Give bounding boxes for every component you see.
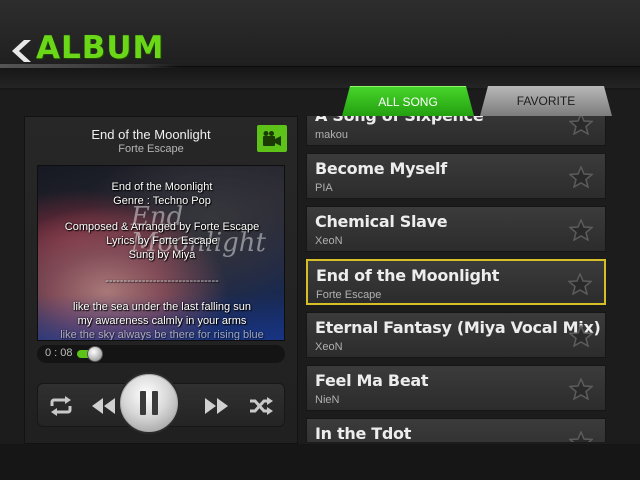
song-title: End of the Moonlight xyxy=(316,266,500,285)
previous-icon xyxy=(92,398,115,414)
header: ALBUM xyxy=(0,0,640,90)
now-playing-artist: Forte Escape xyxy=(118,143,184,155)
favorite-star-icon[interactable] xyxy=(569,325,593,347)
shuffle-button[interactable] xyxy=(248,396,274,416)
info-line: ------------------------------- xyxy=(105,275,219,287)
song-artist: Forte Escape xyxy=(316,289,382,301)
song-list-item[interactable]: Chemical Slave XeoN xyxy=(306,206,606,252)
song-list-item[interactable]: Feel Ma Beat NieN xyxy=(306,365,606,411)
tab-favorite[interactable]: FAVORITE xyxy=(480,86,612,116)
next-icon xyxy=(205,398,228,414)
pause-button[interactable] xyxy=(118,372,180,434)
info-line: End of the Moonlight xyxy=(111,181,213,193)
song-title: Eternal Fantasy (Miya Vocal Mix) xyxy=(315,318,601,337)
song-artist: NieN xyxy=(315,394,340,406)
song-title: Feel Ma Beat xyxy=(315,371,429,390)
info-line: like the sea under the last falling sun xyxy=(73,301,251,313)
song-title: In the Tdot xyxy=(315,424,412,442)
song-list-item[interactable]: Become Myself PIA xyxy=(306,153,606,199)
previous-button[interactable] xyxy=(90,396,116,416)
shuffle-icon xyxy=(250,397,273,415)
favorite-star-icon[interactable] xyxy=(569,166,593,188)
header-band xyxy=(0,66,640,88)
favorite-star-icon[interactable] xyxy=(569,378,593,400)
song-info-text: End of the Moonlight Genre : Techno Pop … xyxy=(38,180,284,341)
page-title: ALBUM xyxy=(36,30,165,66)
info-line: like the sky always be there for rising … xyxy=(60,329,264,341)
song-list-item[interactable]: Eternal Fantasy (Miya Vocal Mix) XeoN xyxy=(306,312,606,358)
favorite-star-icon[interactable] xyxy=(569,431,593,442)
back-button[interactable] xyxy=(4,36,36,66)
favorite-star-icon[interactable] xyxy=(569,116,593,135)
song-artist: makou xyxy=(315,129,349,141)
album-art: End Moonlight End of the Moonlight Genre … xyxy=(37,165,285,341)
repeat-button[interactable] xyxy=(48,396,74,416)
song-list-item[interactable]: End of the Moonlight Forte Escape xyxy=(306,259,606,305)
video-camera-icon xyxy=(263,130,281,146)
song-artist: PIA xyxy=(315,182,333,194)
seek-bar[interactable]: 0 : 08 xyxy=(37,345,285,363)
song-list-item[interactable]: In the Tdot xyxy=(306,418,606,442)
pause-icon xyxy=(140,391,158,415)
video-button[interactable] xyxy=(257,125,287,152)
song-list[interactable]: A Song of Sixpence makou Become Myself PIA C… xyxy=(306,116,606,442)
seek-handle[interactable] xyxy=(87,346,103,362)
tab-all-song[interactable]: ALL SONG xyxy=(342,86,474,116)
song-title: Chemical Slave xyxy=(315,212,448,231)
repeat-icon xyxy=(50,396,72,416)
info-line: Lyrics by Forte Escape xyxy=(106,235,218,247)
back-arrow-icon xyxy=(12,40,31,62)
favorite-star-icon[interactable] xyxy=(569,219,593,241)
next-button[interactable] xyxy=(204,396,230,416)
song-artist: XeoN xyxy=(315,235,343,247)
info-line: Composed & Arranged by Forte Escape xyxy=(64,221,260,233)
favorite-star-icon[interactable] xyxy=(568,273,592,295)
info-line: Sung by Miya xyxy=(128,249,196,261)
info-line: my awareness calmly in your arms xyxy=(77,315,247,327)
song-list-item[interactable]: A Song of Sixpence makou xyxy=(306,116,606,146)
elapsed-time: 0 : 08 xyxy=(45,347,73,359)
bottom-bar xyxy=(0,444,640,480)
song-artist: XeoN xyxy=(315,341,343,353)
song-title: Become Myself xyxy=(315,159,447,178)
info-line: Genre : Techno Pop xyxy=(113,195,211,207)
now-playing-title: End of the Moonlight xyxy=(91,127,211,142)
song-title: A Song of Sixpence xyxy=(315,116,567,125)
now-playing-panel: End of the Moonlight Forte Escape End Moo… xyxy=(24,116,298,444)
